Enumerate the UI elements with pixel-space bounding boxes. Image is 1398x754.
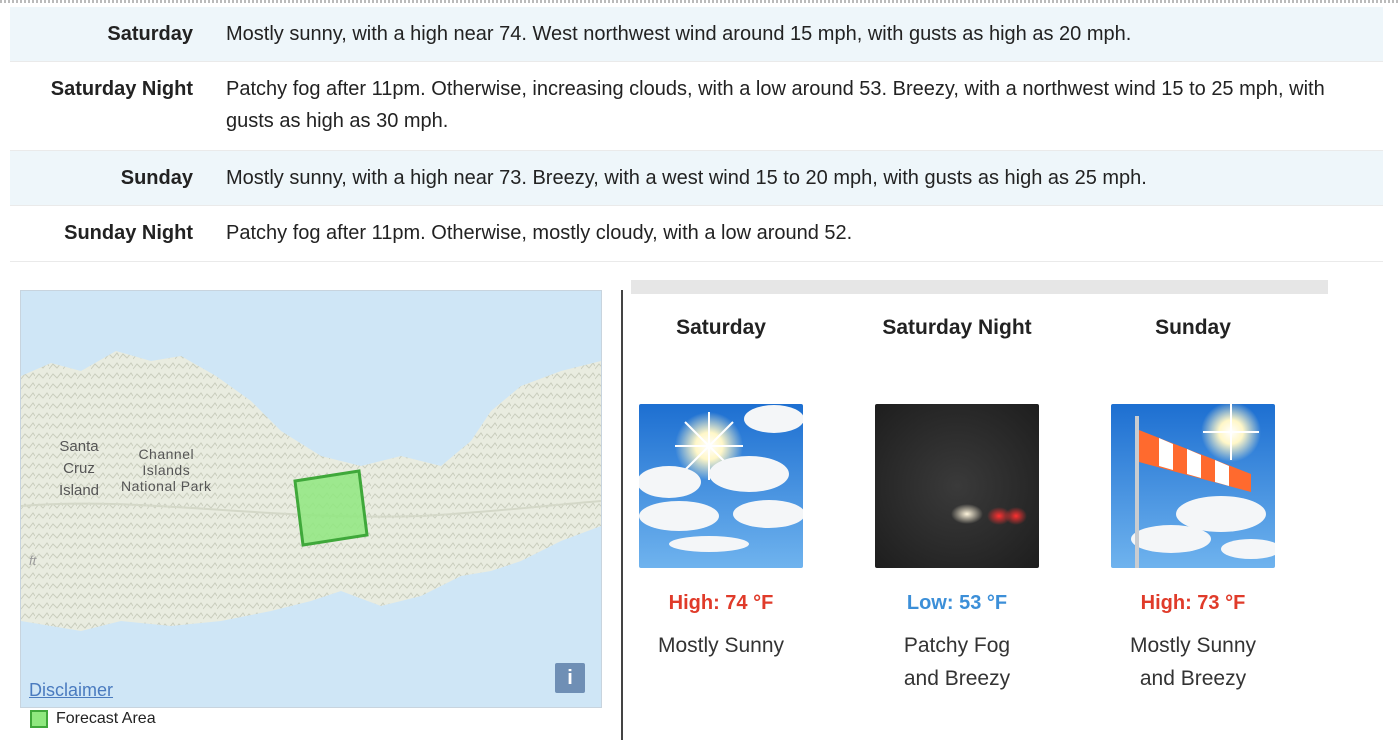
period-temp: High: 73 °F bbox=[1140, 592, 1246, 614]
row-label: Sunday Night bbox=[64, 222, 193, 244]
period-name: Saturday Night bbox=[882, 316, 1032, 339]
channel-islands-label: Channel Islands National Park bbox=[121, 446, 212, 494]
map-terrain bbox=[21, 351, 601, 631]
row-text: Patchy fog after 11pm. Otherwise, increa… bbox=[226, 78, 1325, 132]
row-label: Saturday bbox=[107, 23, 193, 45]
map-scale-label: ft bbox=[29, 553, 37, 568]
fog-night-icon bbox=[875, 404, 1039, 568]
forecast-map[interactable]: Santa Cruz Island Channel Islands National P… bbox=[20, 290, 602, 708]
period-description: Patchy Fog and Breezy bbox=[903, 634, 1011, 690]
period-sunday: Sunday High: 73 °F Mostly Sunny and Bree… bbox=[1075, 316, 1311, 695]
detailed-forecast-table: Saturday Mostly sunny, with a high near … bbox=[10, 7, 1383, 262]
top-border bbox=[0, 0, 1398, 3]
period-saturday: Saturday High: 74 °F Mostly Sunny bbox=[603, 316, 839, 662]
forecast-area-swatch-icon bbox=[30, 710, 48, 728]
forecast-row-saturday-night: Saturday Night Patchy fog after 11pm. Ot… bbox=[10, 62, 1383, 151]
period-description: Mostly Sunny and Breezy bbox=[1129, 634, 1257, 690]
period-name: Saturday bbox=[676, 316, 766, 339]
row-label: Sunday bbox=[120, 167, 193, 189]
period-name: Sunday bbox=[1155, 316, 1231, 339]
forecast-row-sunday: Sunday Mostly sunny, with a high near 73… bbox=[10, 151, 1383, 206]
row-text: Mostly sunny, with a high near 74. West … bbox=[226, 23, 1132, 45]
disclaimer-link[interactable]: Disclaimer bbox=[29, 680, 113, 701]
forecast-area-polygon[interactable] bbox=[293, 469, 369, 547]
forecast-row-sunday-night: Sunday Night Patchy fog after 11pm. Othe… bbox=[10, 206, 1383, 262]
period-temp: High: 74 °F bbox=[668, 592, 774, 614]
row-label: Saturday Night bbox=[50, 78, 193, 100]
map-legend: Forecast Area bbox=[30, 710, 156, 728]
legend-label: Forecast Area bbox=[56, 710, 156, 727]
period-saturday-night: Saturday Night Low: 53 °F Patchy Fog and… bbox=[839, 316, 1075, 695]
row-text: Mostly sunny, with a high near 73. Breez… bbox=[226, 167, 1147, 189]
row-text: Patchy fog after 11pm. Otherwise, mostly… bbox=[226, 222, 853, 244]
period-header-bar bbox=[631, 280, 1328, 294]
period-temp: Low: 53 °F bbox=[906, 592, 1008, 614]
sunny-clouds-icon bbox=[639, 404, 803, 568]
forecast-row-saturday: Saturday Mostly sunny, with a high near … bbox=[10, 7, 1383, 62]
info-button[interactable]: i bbox=[555, 663, 585, 693]
period-description: Mostly Sunny bbox=[657, 634, 785, 657]
santa-cruz-label: Santa Cruz Island bbox=[59, 438, 100, 499]
windsock-sunny-icon bbox=[1111, 404, 1275, 568]
